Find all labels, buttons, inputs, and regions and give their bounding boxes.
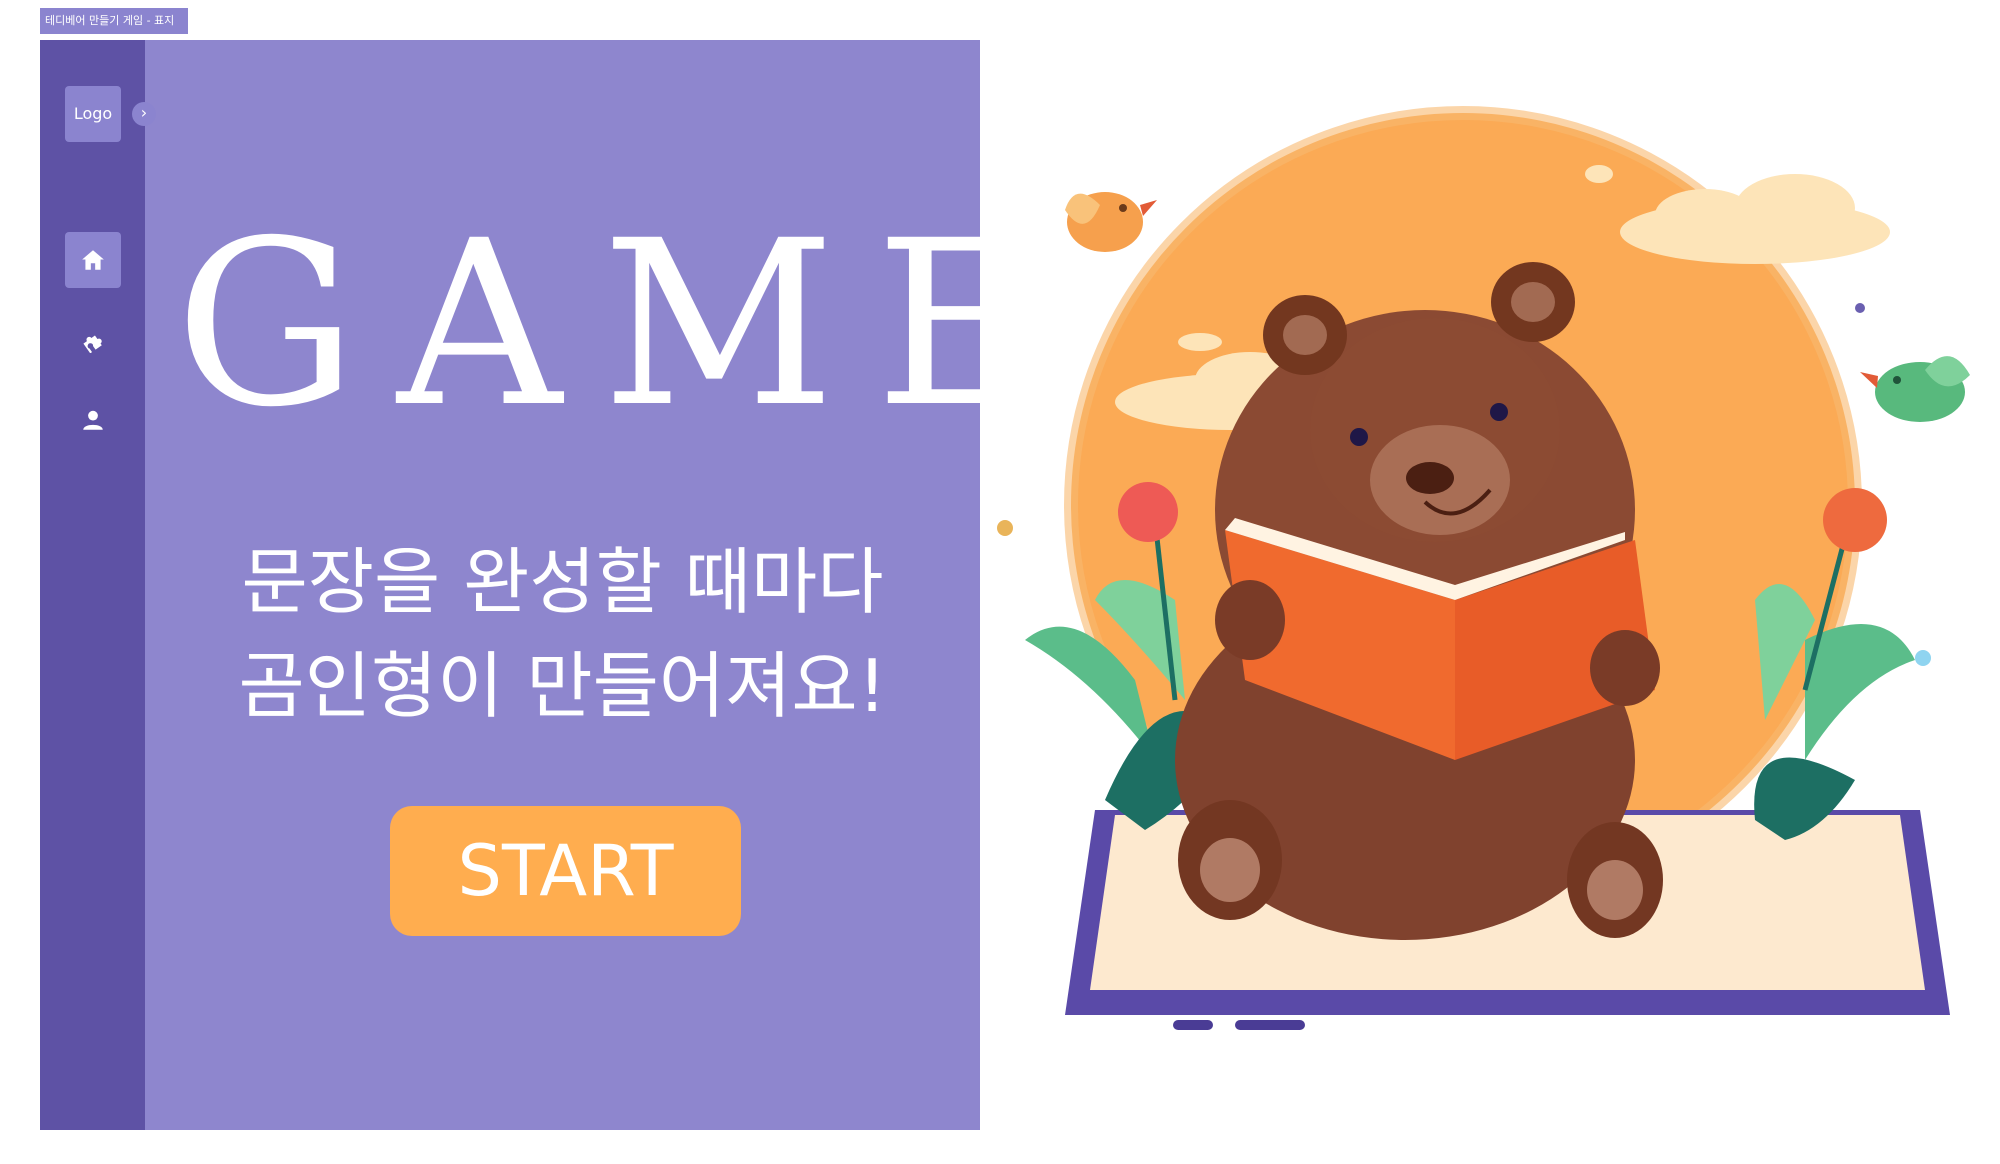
logo[interactable]: Logo <box>65 86 121 142</box>
sidebar-item-puzzle[interactable] <box>65 312 121 368</box>
sidebar-collapse-button[interactable]: › <box>132 102 156 126</box>
home-icon <box>82 250 104 270</box>
sidebar-item-home[interactable] <box>65 232 121 288</box>
puzzle-icon <box>83 335 102 353</box>
green-bird-shape <box>1860 356 1970 422</box>
sidebar-item-profile[interactable] <box>65 392 121 448</box>
frame-label: 테디베어 만들기 게임 - 표지 <box>40 8 188 34</box>
user-icon <box>83 410 103 430</box>
subtitle-line-2: 곰인형이 만들어져요! <box>238 644 887 728</box>
main-panel: GAME 문장을 완성할 때마다 곰인형이 만들어져요! START <box>145 40 1042 1130</box>
subtitle-line-1: 문장을 완성할 때마다 <box>241 540 884 624</box>
game-title: GAME <box>175 191 1082 457</box>
orange-bird-shape <box>1065 192 1157 252</box>
sidebar: Logo › <box>40 40 156 1130</box>
chevron-right-icon: › <box>140 103 148 122</box>
game-subtitle: 문장을 완성할 때마다 곰인형이 만들어져요! <box>145 530 980 738</box>
teddy-bear-illustration <box>985 40 1985 1130</box>
start-button[interactable]: START <box>390 806 741 936</box>
